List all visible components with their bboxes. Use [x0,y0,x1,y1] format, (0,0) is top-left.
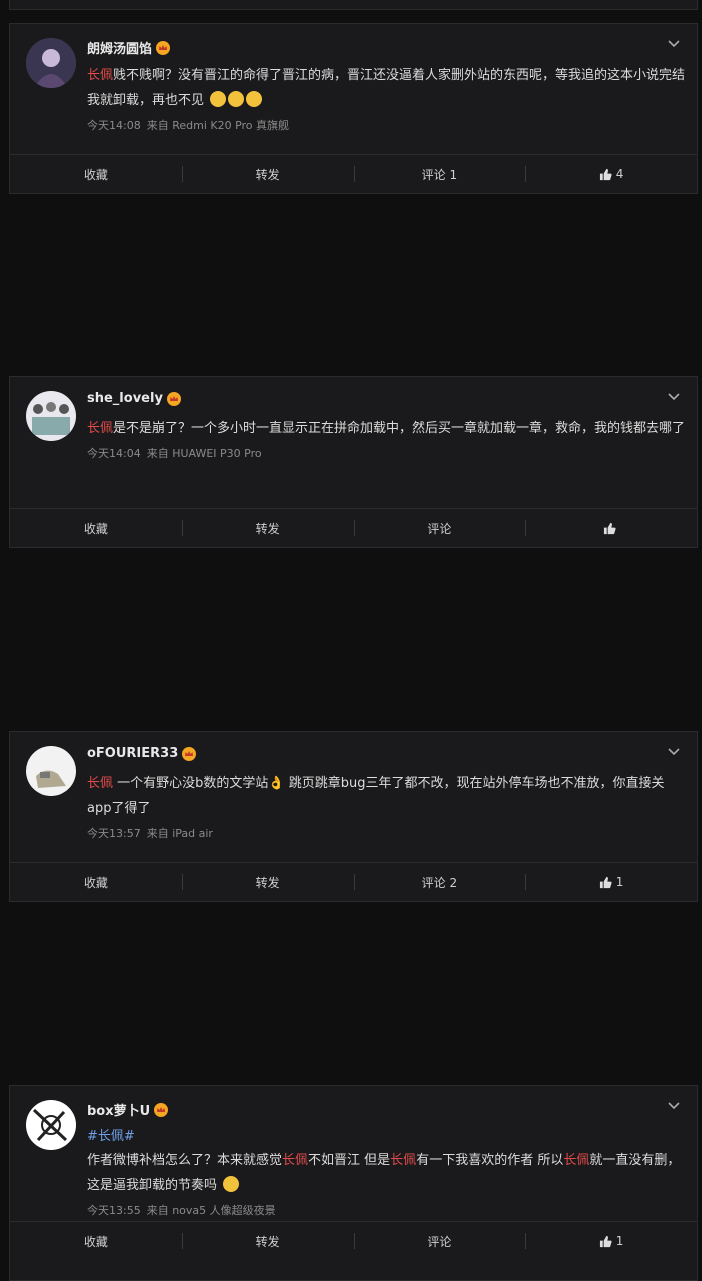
favorite-button[interactable]: 收藏 [10,1222,182,1260]
chevron-down-icon[interactable] [667,1098,681,1112]
timestamp[interactable]: 今天13:57 [87,827,141,840]
repost-button[interactable]: 转发 [181,155,354,193]
like-button[interactable]: 1 [525,1222,697,1260]
avatar[interactable] [26,1100,76,1150]
repost-label: 转发 [255,521,280,536]
emoji-icon [210,91,227,107]
thumbs-up-icon [599,876,612,888]
username[interactable]: 朗姆汤圆馅 [87,38,152,57]
post-card: 朗姆汤圆馅 长佩贱不贱啊？没有晋江的命得了晋江的病，晋江还没逼着人家删外站的东西… [9,23,698,194]
timestamp[interactable]: 今天13:55 [87,1204,141,1217]
like-button[interactable]: 1 [525,863,697,901]
chevron-down-icon[interactable] [667,389,681,403]
post-text-segment: 有一下我喜欢的作者 所以 [416,1153,564,1168]
post-meta: 今天13:55 来自 nova5 人像超级夜景 [87,1198,687,1223]
post-meta: 今天14:04 来自 HUAWEI P30 Pro [87,441,687,466]
topic-link[interactable]: 长佩 [563,1153,589,1168]
post-text-segment: 不如晋江 但是 [308,1153,391,1168]
topic-link[interactable]: 长佩 [87,776,113,791]
username[interactable]: oFOURIER33 [87,746,178,761]
source-device: 来自 HUAWEI P30 Pro [146,447,262,460]
chevron-down-icon[interactable] [667,744,681,758]
repost-button[interactable]: 转发 [181,1222,354,1260]
topic-link[interactable]: 长佩 [87,68,113,83]
topic-link[interactable]: 长佩 [390,1153,416,1168]
source-device: 来自 nova5 人像超级夜景 [146,1204,276,1217]
post-meta: 今天14:08 来自 Redmi K20 Pro 真旗舰 [87,113,687,138]
repost-label: 转发 [255,167,280,182]
crown-badge-icon [166,391,181,406]
avatar[interactable] [26,391,76,441]
timestamp[interactable]: 今天14:04 [87,447,141,460]
action-bar: 收藏 转发 评论 1 [10,1221,697,1260]
comment-button[interactable]: 评论 2 [353,863,526,901]
post-text: 长佩是不是崩了？一个多小时一直显示正在拼命加载中，然后买一章就加载一章，救命，我… [87,416,687,466]
username[interactable]: box萝卜U [87,1100,150,1119]
source-device: 来自 Redmi K20 Pro 真旗舰 [146,119,290,132]
post-text: #长佩# 作者微博补档怎么了？本来就感觉长佩不如晋江 但是长佩有一下我喜欢的作者… [87,1126,687,1223]
crown-badge-icon [182,746,197,761]
comment-button[interactable]: 评论 [353,1222,526,1260]
thumbs-up-icon [599,168,612,180]
favorite-label: 收藏 [83,167,108,182]
avatar[interactable] [26,38,76,88]
action-bar: 收藏 转发 评论 2 1 [10,862,697,901]
topic-link[interactable]: 长佩 [282,1153,308,1168]
repost-label: 转发 [255,1234,280,1249]
favorite-label: 收藏 [83,1234,108,1249]
avatar[interactable] [26,746,76,796]
source-device: 来自 iPad air [146,827,213,840]
hashtag-link[interactable]: #长佩# [87,1129,135,1144]
comment-label: 评论 [427,1234,452,1249]
username-row[interactable]: she_lovely [87,391,181,406]
post-card: box萝卜U #长佩# 作者微博补档怎么了？本来就感觉长佩不如晋江 但是长佩有一… [9,1085,698,1281]
post-text-segment: 作者微博补档怎么了？本来就感觉 [87,1153,283,1168]
username-row[interactable]: 朗姆汤圆馅 [87,38,171,57]
repost-button[interactable]: 转发 [181,863,354,901]
favorite-label: 收藏 [83,875,108,890]
like-button[interactable]: 4 [525,155,697,193]
action-bar: 收藏 转发 评论 [10,508,697,547]
favorite-button[interactable]: 收藏 [10,155,182,193]
repost-label: 转发 [255,875,280,890]
previous-post-card-stub [9,0,698,10]
crown-badge-icon [154,1102,169,1117]
username-row[interactable]: oFOURIER33 [87,746,197,761]
like-count: 1 [615,1234,624,1248]
post-text-segment: 是不是崩了？一个多小时一直显示正在拼命加载中，然后买一章就加载一章，救命，我的钱… [113,421,686,436]
post-text: 长佩贱不贱啊？没有晋江的命得了晋江的病，晋江还没逼着人家删外站的东西呢，等我追的… [87,63,687,138]
action-bar: 收藏 转发 评论 1 4 [10,154,697,193]
username-row[interactable]: box萝卜U [87,1100,169,1119]
like-count: 1 [615,875,624,889]
comment-label: 评论 1 [421,167,458,182]
post-text-segment: 一个有野心没b数的文学站 [113,776,269,791]
thumbs-up-icon [603,522,616,534]
favorite-label: 收藏 [83,521,108,536]
thumbs-up-icon [599,1235,612,1247]
post-card: she_lovely 长佩是不是崩了？一个多小时一直显示正在拼命加载中，然后买一… [9,376,698,548]
comment-label: 评论 2 [421,875,458,890]
emoji-icon [223,1176,240,1192]
chevron-down-icon[interactable] [667,36,681,50]
post-text-segment: 贱不贱啊？没有晋江的命得了晋江的病，晋江还没逼着人家删外站的东西呢，等我追的这本… [87,68,686,108]
favorite-button[interactable]: 收藏 [10,509,182,547]
repost-button[interactable]: 转发 [181,509,354,547]
username[interactable]: she_lovely [87,391,163,406]
post-text: 长佩 一个有野心没b数的文学站👌 跳页跳章bug三年了都不改，现在站外停车场也不… [87,771,687,846]
post-card: oFOURIER33 长佩 一个有野心没b数的文学站👌 跳页跳章bug三年了都不… [9,731,698,902]
comment-button[interactable]: 评论 1 [353,155,526,193]
ok-hand-emoji-icon: 👌 [268,776,285,791]
timestamp[interactable]: 今天14:08 [87,119,141,132]
post-meta: 今天13:57 来自 iPad air [87,821,687,846]
emoji-icon [246,91,263,107]
comment-label: 评论 [427,521,452,536]
comment-button[interactable]: 评论 [353,509,526,547]
emoji-icon [228,91,245,107]
topic-link[interactable]: 长佩 [87,421,113,436]
like-count: 4 [615,167,624,181]
like-button[interactable] [525,509,697,547]
crown-badge-icon [156,40,171,55]
favorite-button[interactable]: 收藏 [10,863,182,901]
